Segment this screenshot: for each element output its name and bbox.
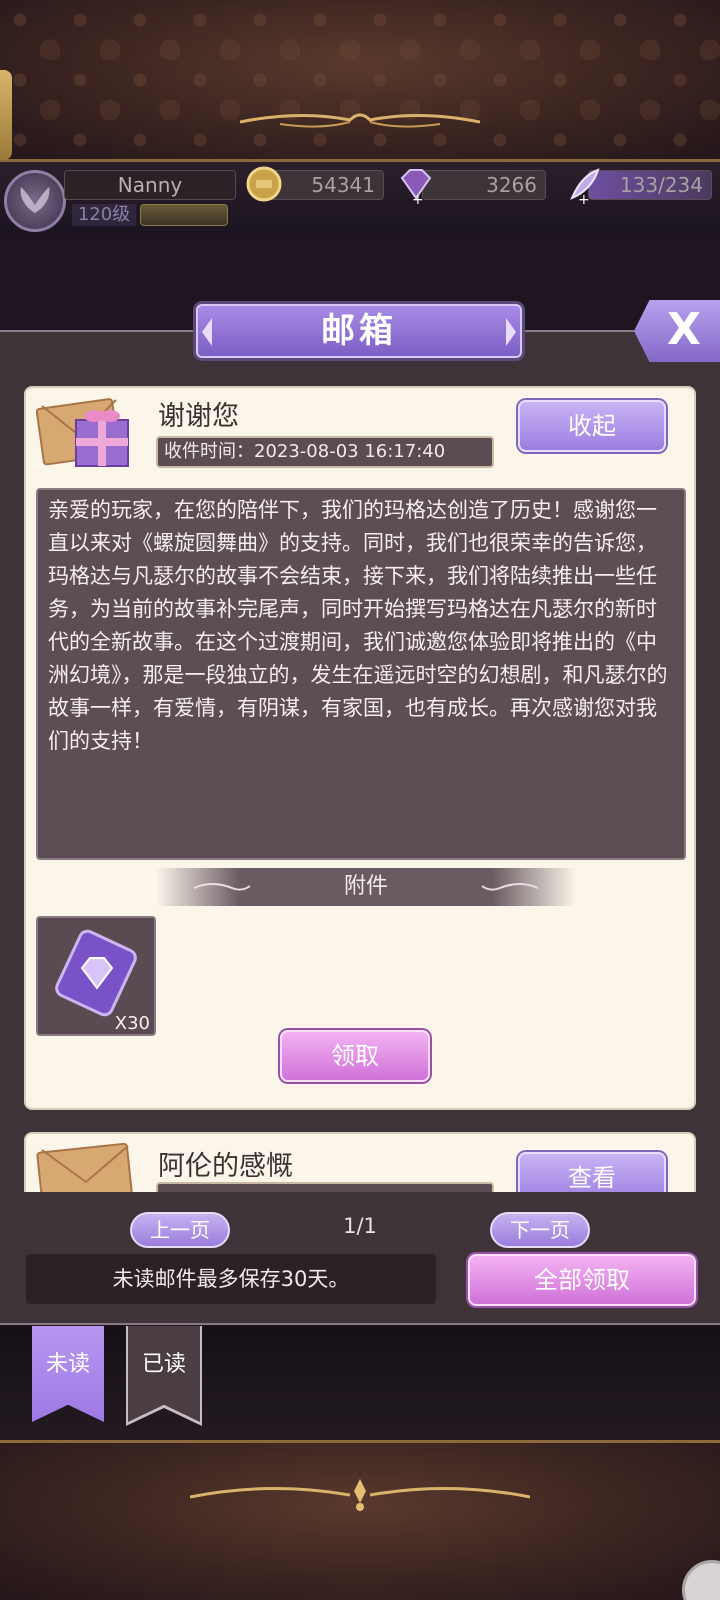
next-page-button[interactable]: 下一页 (490, 1212, 590, 1248)
bottom-ornate-band (0, 1440, 720, 1600)
svg-text:+: + (578, 192, 590, 204)
gold-flourish-ornament (190, 1479, 530, 1511)
received-time: 收件时间：2023-08-03 16:17:40 (156, 436, 494, 468)
top-ornate-band (0, 0, 720, 162)
player-level: 120级 (72, 204, 136, 226)
gem-ticket-icon (55, 929, 137, 1017)
mail-title: 阿伦的感慨 (158, 1151, 293, 1182)
attachment-header: 附件 (156, 868, 576, 906)
envelope-icon (36, 1142, 134, 1192)
svg-text:+: + (412, 192, 424, 204)
mail-body: 亲爱的玩家，在您的陪伴下，我们的玛格达创造了历史！感谢您一直以来对《螺旋圆舞曲》… (36, 488, 686, 860)
attachment-item[interactable]: X30 (36, 916, 156, 1036)
attachment-label: 附件 (343, 874, 388, 899)
avatar[interactable] (4, 170, 66, 232)
page-indicator: 1/1 (343, 1214, 377, 1238)
gem-counter: 3266 (422, 170, 546, 200)
feather-icon: + (562, 162, 606, 206)
side-tab-handle[interactable] (0, 70, 12, 160)
mailbox-title: 邮箱 (196, 304, 522, 358)
mail-card-collapsed[interactable]: 阿伦的感慨 查看 (24, 1132, 696, 1192)
swirl-left-icon (193, 883, 251, 891)
retention-notice: 未读邮件最多保存30天。 (26, 1254, 436, 1304)
gem-icon: + (394, 162, 438, 206)
collapse-button[interactable]: 收起 (518, 400, 666, 452)
prev-page-button[interactable]: 上一页 (130, 1212, 230, 1248)
received-time-partial (156, 1182, 494, 1192)
title-badge (140, 204, 228, 226)
gold-coin-icon (242, 162, 286, 206)
wings-icon (20, 187, 50, 213)
mail-title: 谢谢您 (158, 401, 239, 432)
close-button[interactable]: X (634, 300, 720, 362)
tabs-strip (0, 1326, 720, 1440)
swirl-right-icon (481, 883, 539, 891)
mail-card-expanded: 谢谢您 收件时间：2023-08-03 16:17:40 收起 亲爱的玩家，在您… (24, 386, 696, 1110)
gold-flourish-ornament (240, 113, 480, 128)
damask-pattern (0, 0, 720, 159)
player-name: Nanny (64, 170, 236, 200)
claim-all-button[interactable]: 全部领取 (468, 1254, 696, 1306)
gold-counter: 54341 (270, 170, 384, 200)
item-quantity: X30 (114, 1013, 150, 1034)
envelope-gift-icon (36, 398, 129, 467)
energy-counter: 133/234 (588, 170, 712, 200)
view-button[interactable]: 查看 (518, 1152, 666, 1192)
claim-button[interactable]: 领取 (280, 1030, 430, 1082)
